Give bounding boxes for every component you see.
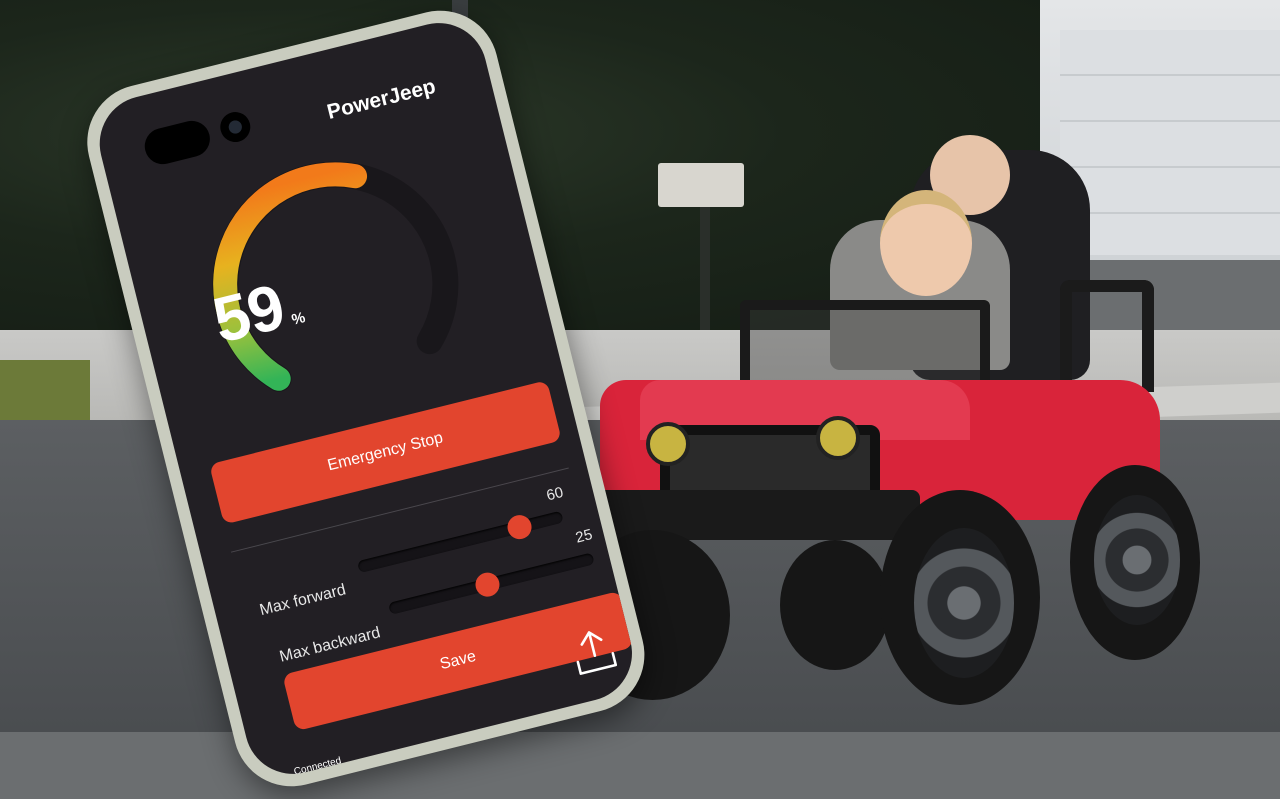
wheel-rear (1070, 465, 1200, 660)
garage-door (1060, 30, 1280, 255)
max-forward-slider[interactable] (357, 510, 564, 574)
max-forward-label: Max forward (258, 581, 348, 620)
max-backward-thumb[interactable] (472, 570, 502, 600)
toy-jeep (575, 135, 1220, 720)
roll-bar (1060, 280, 1154, 392)
app-title: PowerJeep (324, 74, 438, 124)
mailbox (658, 163, 744, 207)
wheel-front-right (880, 490, 1040, 705)
rim (914, 528, 1014, 678)
kid-front-head (880, 190, 972, 296)
headlight-left (646, 422, 690, 466)
gauge-unit: % (289, 309, 307, 329)
headlight-right (816, 416, 860, 460)
max-forward-thumb[interactable] (504, 512, 534, 542)
max-forward-value: 60 (544, 483, 566, 505)
dynamic-island (140, 117, 214, 168)
camera-icon (217, 108, 254, 146)
wheel-back-left (780, 540, 890, 670)
rim (1094, 495, 1180, 625)
max-backward-value: 25 (573, 526, 595, 547)
